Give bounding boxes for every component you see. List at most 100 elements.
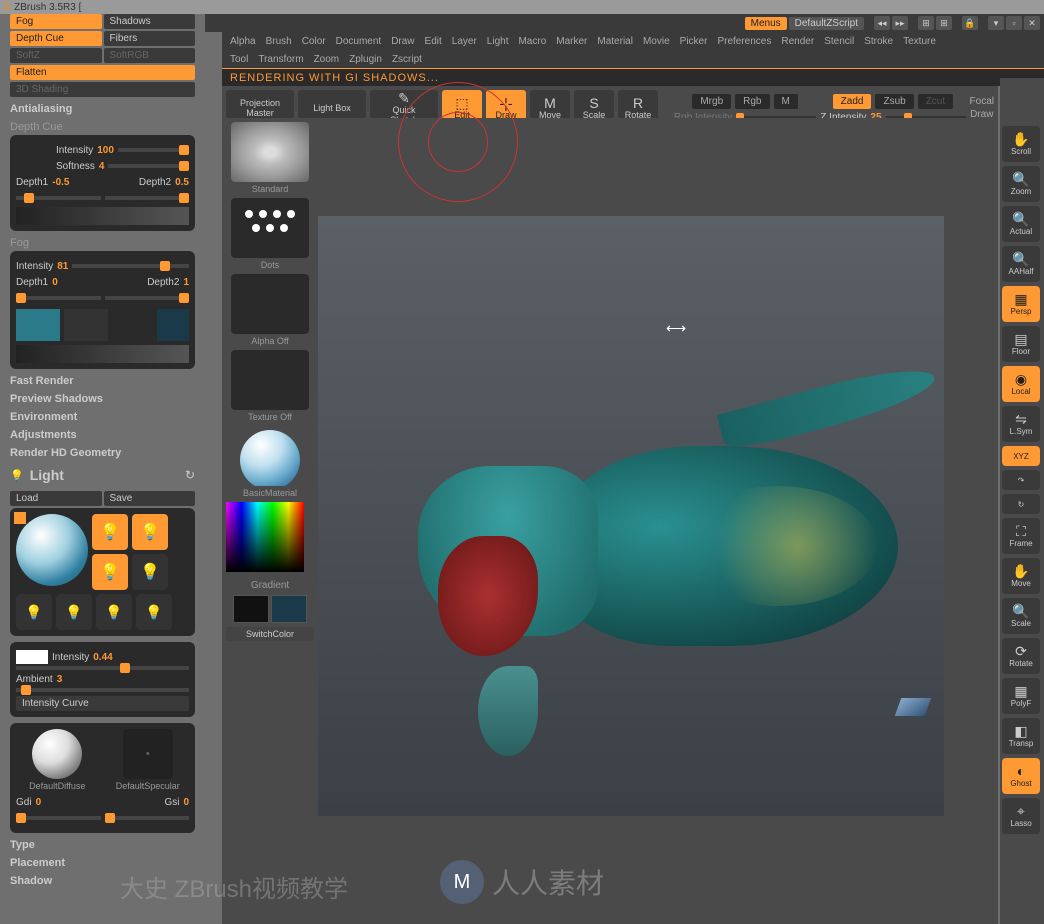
close-icon[interactable]: ✕ xyxy=(1024,16,1040,30)
fog-color2[interactable] xyxy=(64,309,108,341)
menu-document[interactable]: Document xyxy=(336,36,382,47)
light-1-button[interactable]: 💡 xyxy=(92,514,128,550)
dc-intensity-slider[interactable] xyxy=(118,148,189,152)
frame-button[interactable]: ⛶Frame xyxy=(1002,518,1040,554)
stroke-thumb[interactable] xyxy=(231,198,309,258)
light-5-button[interactable]: 💡 xyxy=(16,594,52,630)
rgb-button[interactable]: Rgb xyxy=(735,94,769,109)
menu-picker[interactable]: Picker xyxy=(680,36,708,47)
dock-right-icon[interactable]: ⊞ xyxy=(936,16,952,30)
submenu-transform[interactable]: Transform xyxy=(258,54,303,65)
shadows-toggle[interactable]: Shadows xyxy=(104,14,196,29)
gsi-slider[interactable] xyxy=(105,816,190,820)
local-button[interactable]: ◉Local xyxy=(1002,366,1040,402)
right-rotate-button[interactable]: ⟳Rotate xyxy=(1002,638,1040,674)
default-zscript-button[interactable]: DefaultZScript xyxy=(789,17,864,30)
specular-dot[interactable]: • xyxy=(123,729,173,779)
dc-curve[interactable] xyxy=(16,207,189,225)
menu-texture[interactable]: Texture xyxy=(903,36,936,47)
menu-stencil[interactable]: Stencil xyxy=(824,36,854,47)
lasso-button[interactable]: ⌖Lasso xyxy=(1002,798,1040,834)
m-button[interactable]: M xyxy=(774,94,798,109)
lsym-button[interactable]: ⇋L.Sym xyxy=(1002,406,1040,442)
floor-button[interactable]: ▤Floor xyxy=(1002,326,1040,362)
menu-brush[interactable]: Brush xyxy=(266,36,292,47)
fog-color3[interactable] xyxy=(157,309,189,341)
menu-light[interactable]: Light xyxy=(487,36,509,47)
fibers-toggle[interactable]: Fibers xyxy=(104,31,196,46)
preview-shadows-header[interactable]: Preview Shadows xyxy=(10,393,195,405)
minimize-icon[interactable]: ▾ xyxy=(988,16,1004,30)
type-header[interactable]: Type xyxy=(10,839,195,851)
menu-movie[interactable]: Movie xyxy=(643,36,670,47)
material-thumb[interactable] xyxy=(231,426,309,486)
fog-intensity-slider[interactable] xyxy=(72,264,189,268)
fog-toggle[interactable]: Fog xyxy=(10,14,102,29)
gdi-slider[interactable] xyxy=(16,816,101,820)
menu-marker[interactable]: Marker xyxy=(556,36,587,47)
dc-softness-slider[interactable] xyxy=(108,164,189,168)
placement-header[interactable]: Placement xyxy=(10,857,195,869)
swatch-secondary[interactable] xyxy=(271,595,307,623)
save-button[interactable]: Save xyxy=(104,491,196,506)
viewport[interactable]: ⟷ xyxy=(318,216,944,816)
z-button[interactable]: ↻ xyxy=(1002,494,1040,514)
mrgb-button[interactable]: Mrgb xyxy=(692,94,731,109)
render-hd-header[interactable]: Render HD Geometry xyxy=(10,447,195,459)
zadd-button[interactable]: Zadd xyxy=(833,94,872,109)
fog-depth2-slider[interactable] xyxy=(105,296,190,300)
lock-icon[interactable]: 🔒 xyxy=(962,16,978,30)
light-3-button[interactable]: 💡 xyxy=(92,554,128,590)
submenu-tool[interactable]: Tool xyxy=(230,54,248,65)
light-intensity-slider[interactable] xyxy=(16,666,189,670)
ghost-button[interactable]: ◐Ghost xyxy=(1002,758,1040,794)
submenu-zoom[interactable]: Zoom xyxy=(314,54,340,65)
environment-header[interactable]: Environment xyxy=(10,411,195,423)
menu-macro[interactable]: Macro xyxy=(518,36,546,47)
menu-alpha[interactable]: Alpha xyxy=(230,36,256,47)
switchcolor-button[interactable]: SwitchColor xyxy=(226,627,314,641)
refresh-icon[interactable]: ↻ xyxy=(185,468,195,482)
menu-color[interactable]: Color xyxy=(302,36,326,47)
light-header[interactable]: Light xyxy=(30,467,64,483)
polyf-button[interactable]: ▦PolyF xyxy=(1002,678,1040,714)
y-button[interactable]: ↷ xyxy=(1002,470,1040,490)
softz-toggle[interactable]: SoftZ xyxy=(10,48,102,63)
texture-thumb[interactable] xyxy=(231,350,309,410)
antialiasing-header[interactable]: Antialiasing xyxy=(10,103,195,115)
gradient-label[interactable]: Gradient xyxy=(226,580,314,591)
right-move-button[interactable]: ✋Move xyxy=(1002,558,1040,594)
transp-button[interactable]: ◧Transp xyxy=(1002,718,1040,754)
light-color-swatch[interactable] xyxy=(16,650,48,664)
menu-draw[interactable]: Draw xyxy=(391,36,414,47)
light-ambient-slider[interactable] xyxy=(16,688,189,692)
light-7-button[interactable]: 💡 xyxy=(96,594,132,630)
menu-layer[interactable]: Layer xyxy=(452,36,477,47)
intensity-curve-button[interactable]: Intensity Curve xyxy=(16,696,189,711)
load-button[interactable]: Load xyxy=(10,491,102,506)
menu-render[interactable]: Render xyxy=(781,36,814,47)
xyz-button[interactable]: XYZ xyxy=(1002,446,1040,466)
color-spectrum[interactable] xyxy=(226,502,304,572)
3dshading-toggle[interactable]: 3D Shading xyxy=(10,82,195,97)
light-direction-sphere[interactable] xyxy=(16,514,88,586)
scroll-button[interactable]: ✋Scroll xyxy=(1002,126,1040,162)
dc-depth1-slider[interactable] xyxy=(16,196,101,200)
aahalf-button[interactable]: 🔍AAHalf xyxy=(1002,246,1040,282)
menu-preferences[interactable]: Preferences xyxy=(717,36,771,47)
menu-material[interactable]: Material xyxy=(597,36,633,47)
light-6-button[interactable]: 💡 xyxy=(56,594,92,630)
softrgb-toggle[interactable]: SoftRGB xyxy=(104,48,196,63)
submenu-zplugin[interactable]: Zplugin xyxy=(349,54,382,65)
diffuse-sphere[interactable] xyxy=(32,729,82,779)
alpha-thumb[interactable] xyxy=(231,274,309,334)
zoom-button[interactable]: 🔍Zoom xyxy=(1002,166,1040,202)
next-icon[interactable]: ▸▸ xyxy=(892,16,908,30)
light-4-button[interactable]: 💡 xyxy=(132,554,168,590)
right-scale-button[interactable]: 🔍Scale xyxy=(1002,598,1040,634)
submenu-zscript[interactable]: Zscript xyxy=(392,54,422,65)
fog-color1[interactable] xyxy=(16,309,60,341)
light-8-button[interactable]: 💡 xyxy=(136,594,172,630)
fog-depth1-slider[interactable] xyxy=(16,296,101,300)
maximize-icon[interactable]: ▫ xyxy=(1006,16,1022,30)
